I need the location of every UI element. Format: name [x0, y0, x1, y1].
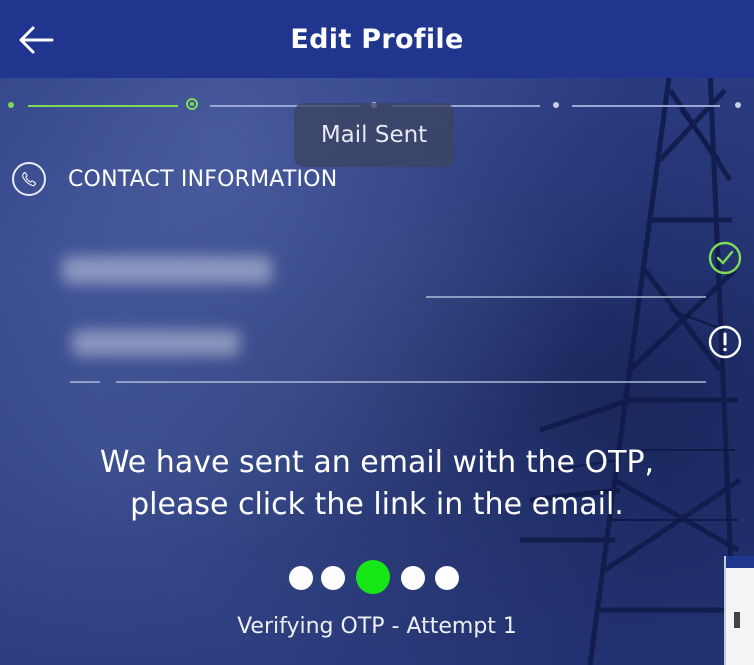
loading-indicator	[0, 560, 754, 596]
contact-section-header: CONTACT INFORMATION	[12, 162, 337, 196]
otp-message: We have sent an email with the OTP, plea…	[0, 442, 754, 526]
step-current-indicator	[186, 98, 198, 110]
otp-message-line-2: please click the link in the email.	[130, 487, 624, 522]
email-field-underline	[426, 296, 706, 298]
step-dot-1	[8, 102, 14, 108]
app-header: Edit Profile	[0, 0, 754, 78]
phone-field[interactable]	[40, 312, 426, 372]
step-dot-5	[735, 102, 741, 108]
exclamation-circle-icon	[708, 325, 742, 359]
overlapping-window-titlebar	[726, 556, 754, 568]
overlapping-window-mark	[734, 612, 740, 628]
loader-dot	[435, 566, 459, 590]
loader-dot-active	[356, 560, 390, 594]
check-circle-icon	[708, 241, 742, 275]
phone-icon	[12, 162, 46, 196]
otp-message-line-1: We have sent an email with the OTP,	[99, 445, 655, 480]
phone-field-underline	[116, 381, 706, 383]
phone-field-underline-prefix	[70, 381, 100, 383]
step-tooltip: Mail Sent	[294, 103, 454, 167]
loader-dot	[401, 566, 425, 590]
step-dot-4	[553, 102, 559, 108]
loader-dot	[321, 566, 345, 590]
step-connector-4	[572, 105, 720, 107]
email-field[interactable]	[40, 242, 426, 302]
verifying-status: Verifying OTP - Attempt 1	[237, 614, 517, 639]
overlapping-window-edge	[724, 556, 754, 665]
page-title: Edit Profile	[290, 23, 464, 55]
section-title: CONTACT INFORMATION	[68, 166, 338, 192]
step-connector-1	[28, 105, 178, 107]
phone-value-redacted	[72, 330, 240, 356]
loader-dot	[289, 566, 313, 590]
email-value-redacted	[62, 256, 272, 284]
